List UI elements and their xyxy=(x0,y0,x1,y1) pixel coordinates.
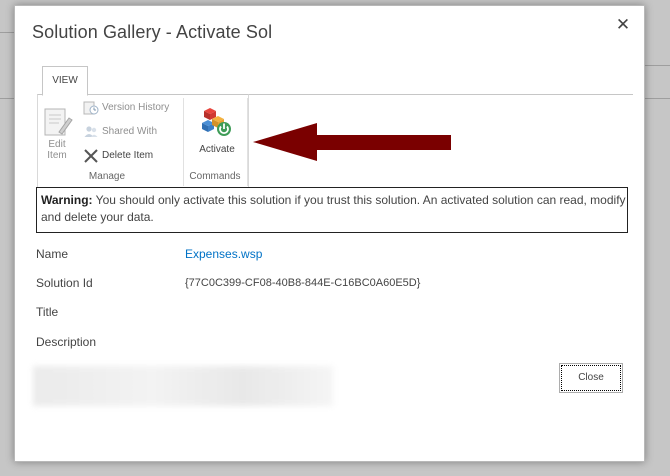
name-value-link[interactable]: Expenses.wsp xyxy=(185,247,262,261)
shared-with-label: Shared With xyxy=(102,126,158,137)
version-history-button[interactable]: Version History xyxy=(83,99,183,117)
title-label: Title xyxy=(36,305,59,319)
solution-id-label: Solution Id xyxy=(36,276,93,290)
description-label: Description xyxy=(36,335,97,349)
background-divider xyxy=(0,98,14,99)
group-label-commands: Commands xyxy=(189,171,241,182)
redacted-content xyxy=(33,366,333,406)
version-history-icon xyxy=(83,101,99,115)
group-label-manage: Manage xyxy=(88,171,126,182)
delete-icon xyxy=(84,149,98,163)
warning-box: Warning: You should only activate this s… xyxy=(36,187,628,233)
edit-item-icon xyxy=(44,108,73,136)
activate-label: Activate xyxy=(199,144,235,155)
activate-icon xyxy=(202,108,231,136)
activate-button[interactable]: Activate xyxy=(191,106,243,156)
edit-item-label: Edit Item xyxy=(47,139,67,161)
name-label: Name xyxy=(36,247,69,261)
edit-item-button[interactable]: Edit Item xyxy=(39,106,75,162)
warning-prefix: Warning: xyxy=(41,193,93,207)
ribbon-group-separator xyxy=(183,98,184,186)
delete-item-label: Delete Item xyxy=(102,150,154,161)
warning-text: You should only activate this solution i… xyxy=(41,193,626,224)
ribbon-group-separator xyxy=(247,98,248,186)
tab-view[interactable]: VIEW xyxy=(42,66,88,96)
background-divider xyxy=(643,65,670,66)
close-icon[interactable]: ✕ xyxy=(614,16,632,34)
shared-with-button[interactable]: Shared With xyxy=(83,123,183,141)
dialog-title: Solution Gallery - Activate Sol xyxy=(32,22,273,42)
solution-id-value: {77C0C399-CF08-40B8-844E-C16BC0A60E5D} xyxy=(185,277,421,289)
version-history-label: Version History xyxy=(102,102,170,113)
background-divider xyxy=(0,32,14,33)
annotation-arrow-icon xyxy=(253,123,451,161)
shared-with-icon xyxy=(84,126,98,137)
delete-item-button[interactable]: Delete Item xyxy=(83,147,183,165)
activate-solution-dialog: Solution Gallery - Activate Sol ✕ VIEW E… xyxy=(14,5,645,462)
background-divider xyxy=(643,98,670,99)
close-button[interactable]: Close xyxy=(559,363,623,393)
